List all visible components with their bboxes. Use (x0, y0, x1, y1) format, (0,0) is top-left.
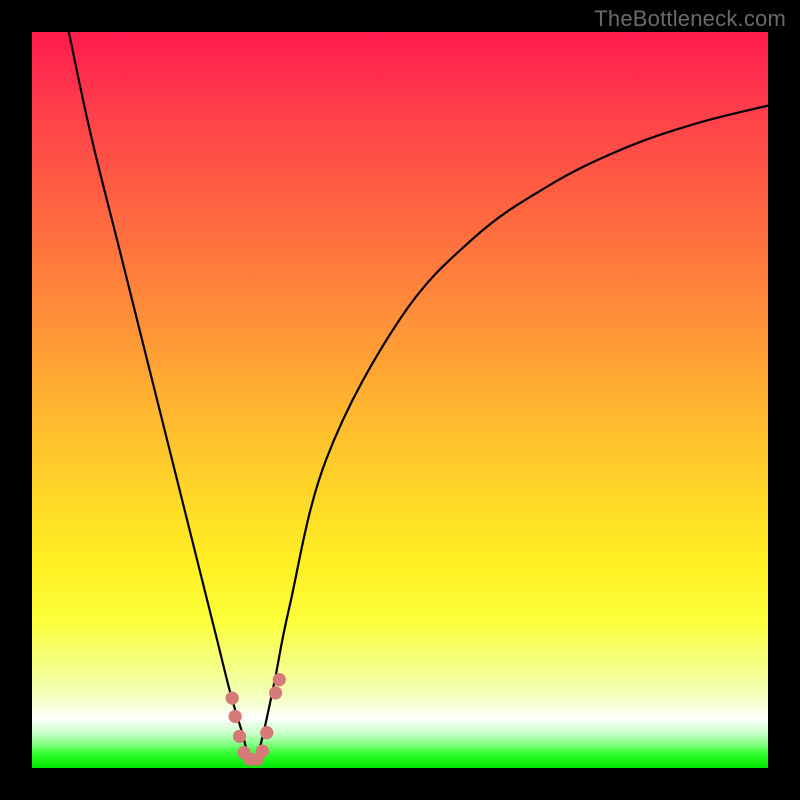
valley-dot (269, 686, 282, 699)
valley-marker-group (226, 673, 286, 766)
valley-dot (273, 673, 286, 686)
valley-dot (226, 691, 239, 704)
valley-dot (229, 710, 242, 723)
bottleneck-curve (69, 32, 768, 760)
curve-layer (32, 32, 768, 768)
valley-dot (256, 744, 269, 757)
plot-area (32, 32, 768, 768)
valley-dot (233, 730, 246, 743)
watermark-text: TheBottleneck.com (594, 6, 786, 32)
chart-frame: TheBottleneck.com (0, 0, 800, 800)
valley-dot (260, 726, 273, 739)
